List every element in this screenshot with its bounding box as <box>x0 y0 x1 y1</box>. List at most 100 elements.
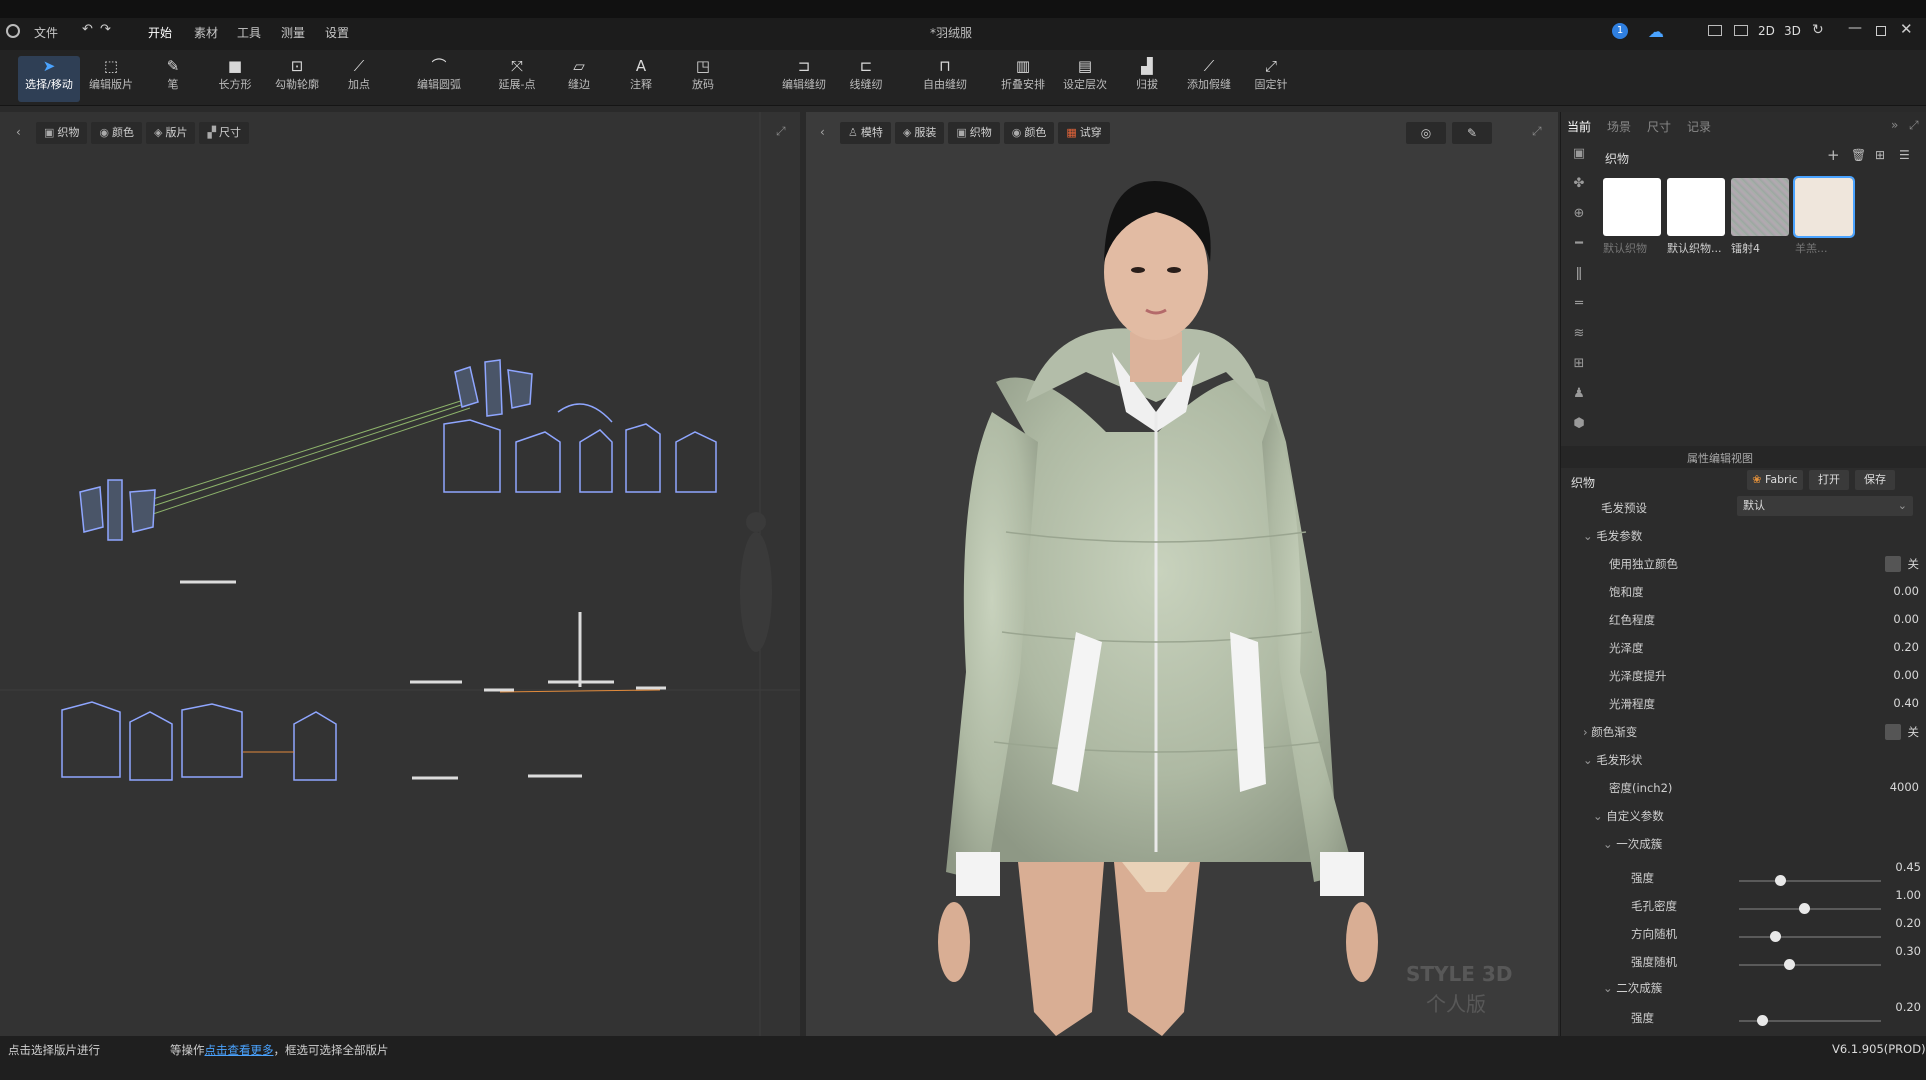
cloud-icon[interactable]: ☁ <box>1648 22 1664 41</box>
minimize-icon[interactable]: — <box>1848 20 1862 36</box>
grid-view-icon[interactable]: ⊞ <box>1875 148 1885 162</box>
row-value[interactable]: 0.40 <box>1893 696 1919 710</box>
slider-track[interactable] <box>1739 875 1881 886</box>
row-value[interactable]: 0.30 <box>1895 944 1921 958</box>
tool-line-sewing[interactable]: ⊏ 线缝纫 <box>835 56 897 102</box>
tool-grading[interactable]: ◳ 放码 <box>672 56 734 102</box>
tool-edit-arc[interactable]: ⌒ 编辑圆弧 <box>408 56 470 102</box>
tool-outline[interactable]: ⊡ 勾勒轮廓 <box>266 56 328 102</box>
tool-free-sewing[interactable]: ⊓ 自由缝纫 <box>914 56 976 102</box>
menu-material[interactable]: 素材 <box>194 24 218 41</box>
menu-start[interactable]: 开始 <box>148 24 172 41</box>
tool-pen[interactable]: ✎ 笔 <box>142 56 204 102</box>
row-value[interactable]: 0.45 <box>1895 860 1921 874</box>
swatch-3[interactable] <box>1793 176 1855 238</box>
redo-icon[interactable]: ↷ <box>100 22 111 37</box>
slider-knob[interactable] <box>1784 959 1796 970</box>
row-value[interactable]: 0.00 <box>1893 612 1919 626</box>
topstitch-icon[interactable]: ═ <box>1571 296 1587 312</box>
view-3d-button[interactable]: 3D <box>1784 24 1801 38</box>
tool-add-point[interactable]: ⟋ 加点 <box>328 56 390 102</box>
hair-shape-header[interactable]: ⌄ 毛发形状 <box>1583 752 1903 774</box>
menu-file[interactable]: 文件 <box>34 24 58 41</box>
slider-knob[interactable] <box>1798 903 1810 914</box>
custom-params-header[interactable]: ⌄ 自定义参数 <box>1593 808 1913 830</box>
stitch-icon[interactable]: ≋ <box>1571 326 1587 342</box>
trim-icon[interactable]: ✤ <box>1571 176 1587 192</box>
row-value[interactable]: 0.20 <box>1895 916 1921 930</box>
tool-fold-arrange[interactable]: ▥ 折叠安排 <box>992 56 1054 102</box>
avatar-render[interactable] <box>806 112 1558 1036</box>
pattern-canvas[interactable] <box>0 112 800 1036</box>
toggle-checkbox[interactable] <box>1885 724 1901 740</box>
swatch-0[interactable] <box>1603 178 1661 236</box>
fabric-type-button[interactable]: ❀ Fabric <box>1747 470 1803 490</box>
slider-track[interactable] <box>1739 903 1881 914</box>
avatar-icon[interactable]: ♟ <box>1571 386 1587 402</box>
row-value[interactable]: 4000 <box>1890 780 1919 794</box>
zipper-icon[interactable]: ǁ <box>1571 266 1587 282</box>
slider-knob[interactable] <box>1757 1015 1769 1026</box>
hair-preset-select[interactable]: 默认 ⌄ <box>1737 496 1913 516</box>
tool-tack[interactable]: ⟋ 添加假缝 <box>1178 56 1240 102</box>
row-value[interactable]: 0.20 <box>1895 1000 1921 1014</box>
menu-tools[interactable]: 工具 <box>237 24 261 41</box>
list-view-icon[interactable]: ☰ <box>1899 148 1910 162</box>
close-icon[interactable]: ✕ <box>1900 20 1913 38</box>
tool-select-move[interactable]: ➤ 选择/移动 <box>18 56 80 102</box>
open-button[interactable]: 打开 <box>1809 470 1849 490</box>
binding-icon[interactable]: ⊞ <box>1571 356 1587 372</box>
restore-icon[interactable] <box>1876 26 1886 36</box>
undo-icon[interactable]: ↶ <box>82 22 93 37</box>
tool-shrink[interactable]: ▟ 归拔 <box>1116 56 1178 102</box>
menu-settings[interactable]: 设置 <box>325 24 349 41</box>
tab-size[interactable]: 尺寸 <box>1647 118 1671 135</box>
fabric-library-icon[interactable]: ▣ <box>1571 146 1587 162</box>
tool-pin[interactable]: ⤢ 固定针 <box>1240 56 1302 102</box>
row-value[interactable]: 0.00 <box>1893 584 1919 598</box>
layout-icon[interactable] <box>1708 25 1722 36</box>
tool-rectangle[interactable]: ■ 长方形 <box>204 56 266 102</box>
save-button[interactable]: 保存 <box>1855 470 1895 490</box>
refresh-icon[interactable]: ↻ <box>1812 22 1824 38</box>
pattern-2d-view[interactable]: ‹ ▣ 织物 ◉ 颜色 ◈ 版片 ▞ 尺寸 ⤢ <box>0 112 800 1036</box>
hair-params-header[interactable]: ⌄ 毛发参数 <box>1583 528 1903 550</box>
tool-edit-pattern[interactable]: ⬚ 编辑版片 <box>80 56 142 102</box>
add-icon[interactable]: + <box>1827 146 1840 164</box>
button-icon[interactable]: ⊕ <box>1571 206 1587 222</box>
second-cluster-header[interactable]: ⌄ 二次成簇 <box>1603 980 1923 1002</box>
slider-track[interactable] <box>1739 1015 1881 1026</box>
first-cluster-header[interactable]: ⌄ 一次成簇 <box>1603 836 1923 858</box>
tool-annotation[interactable]: A 注释 <box>610 56 672 102</box>
color-gradient-row[interactable]: › 颜色渐变关 <box>1583 724 1919 746</box>
delete-icon[interactable]: 🗑 <box>1851 148 1866 162</box>
row-value[interactable]: 0.20 <box>1893 640 1919 654</box>
slider-knob[interactable] <box>1774 875 1786 886</box>
menu-measure[interactable]: 测量 <box>281 24 305 41</box>
tool-extend-point[interactable]: ⤧ 延展-点 <box>486 56 548 102</box>
slider-knob[interactable] <box>1770 931 1782 942</box>
cube-icon[interactable]: ⬢ <box>1571 416 1587 432</box>
slider-track[interactable] <box>1739 959 1881 970</box>
status-link[interactable]: 点击查看更多 <box>205 1043 274 1057</box>
tab-scene[interactable]: 场景 <box>1607 118 1631 135</box>
toggle-checkbox[interactable] <box>1885 556 1901 572</box>
swatch-1[interactable] <box>1667 178 1725 236</box>
row-value[interactable]: 1.00 <box>1895 888 1921 902</box>
tool-seam-allowance[interactable]: ▱ 缝边 <box>548 56 610 102</box>
slider-track[interactable] <box>1739 931 1881 942</box>
swatch-2[interactable] <box>1731 178 1789 236</box>
tab-history[interactable]: 记录 <box>1687 118 1711 135</box>
needle-icon[interactable]: ━ <box>1571 236 1587 252</box>
expand-icon[interactable]: ⤢ <box>1909 118 1919 133</box>
split-view-icon[interactable] <box>1734 25 1748 36</box>
row-value[interactable]: 0.00 <box>1893 668 1919 682</box>
avatar-3d-view[interactable]: ‹ ♙ 模特 ◈ 服装 ▣ 织物 ◉ 颜色 ▦ 试穿 ◎ ✎ ⤢ STYLE 3… <box>806 112 1558 1036</box>
tool-edit-sewing[interactable]: ⊐ 编辑缝纫 <box>773 56 835 102</box>
notification-badge[interactable]: 1 <box>1612 23 1628 39</box>
tab-current[interactable]: 当前 <box>1567 118 1591 135</box>
app-logo-icon[interactable] <box>6 24 20 38</box>
view-2d-button[interactable]: 2D <box>1758 24 1775 38</box>
collapse-icon[interactable]: » <box>1891 118 1898 132</box>
tool-layer[interactable]: ▤ 设定层次 <box>1054 56 1116 102</box>
